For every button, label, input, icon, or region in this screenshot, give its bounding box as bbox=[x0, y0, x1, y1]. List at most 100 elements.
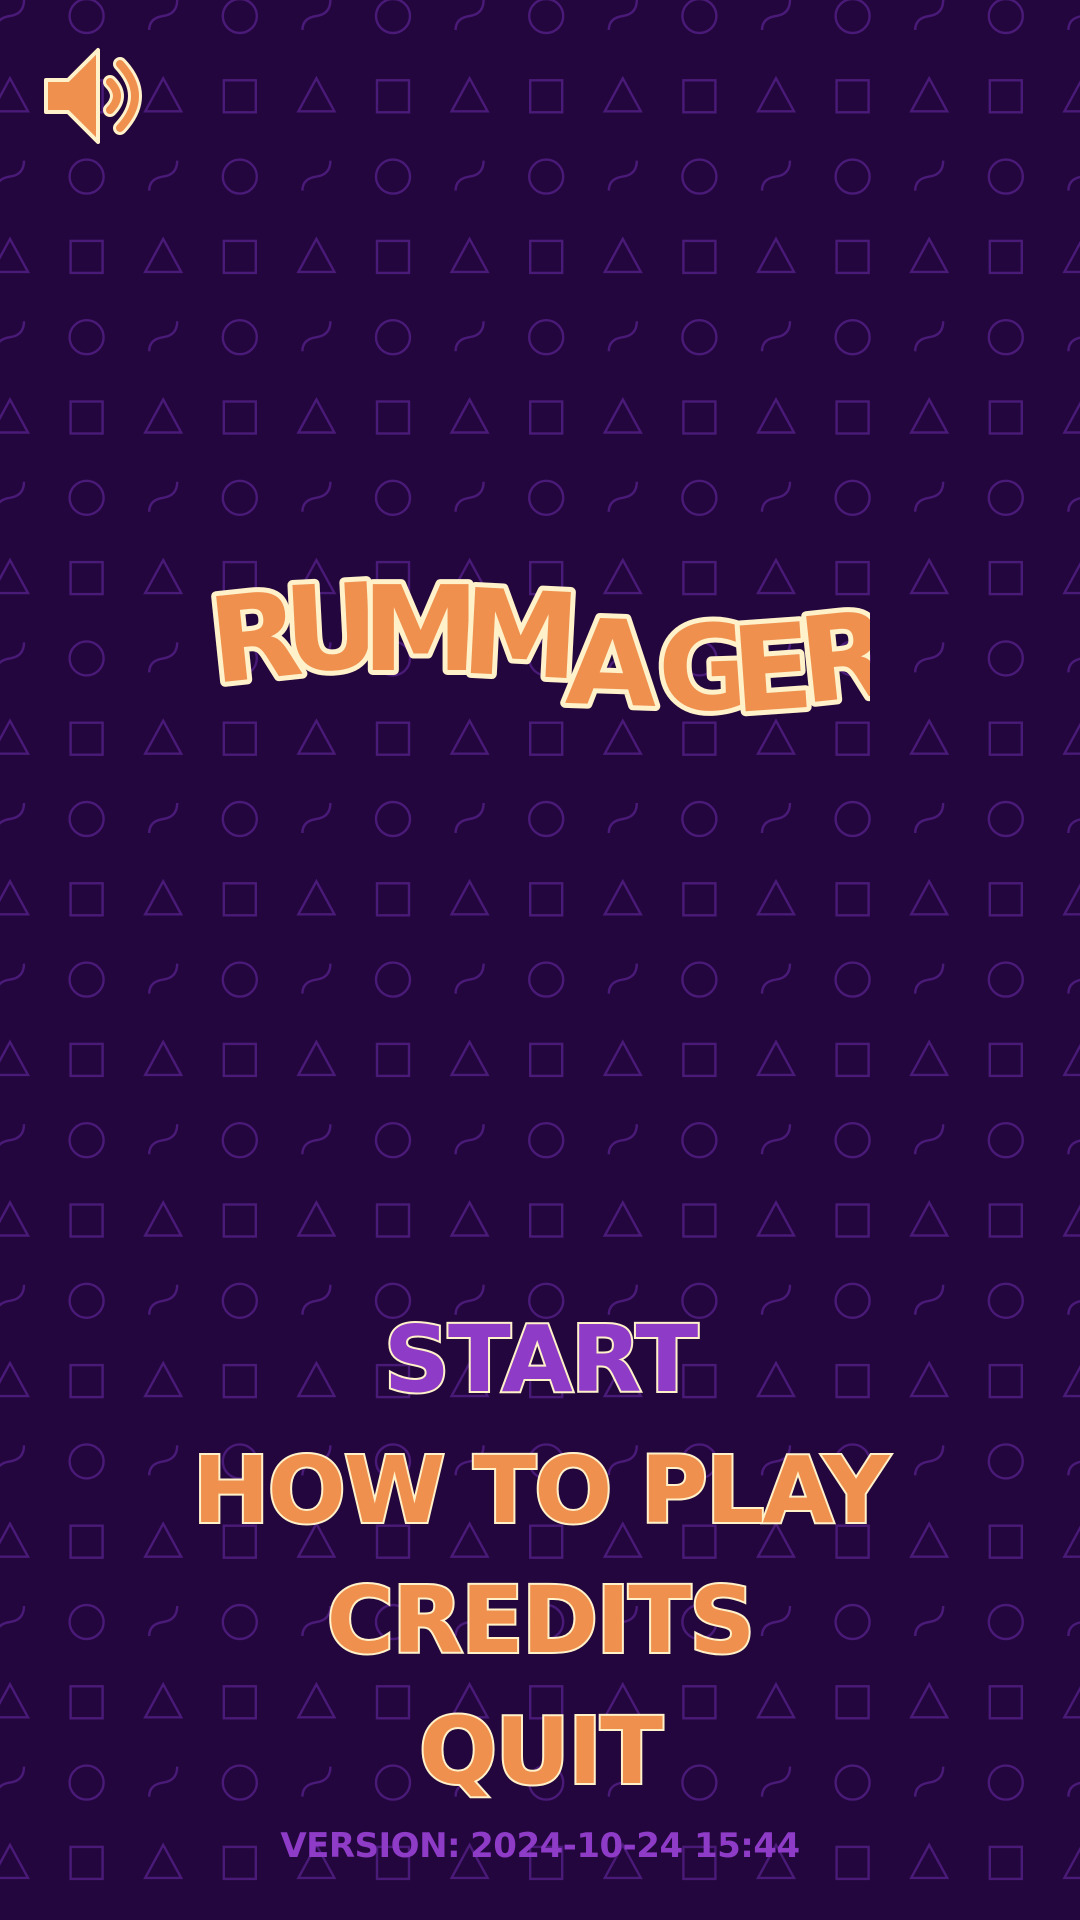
pattern-triangle bbox=[909, 718, 950, 755]
pattern-triangle bbox=[449, 1039, 490, 1077]
pattern-circle bbox=[221, 961, 259, 998]
pattern-triangle bbox=[755, 236, 797, 274]
credits-button[interactable]: CREDITS bbox=[0, 1565, 1080, 1676]
how-to-play-button[interactable]: HOW TO PLAY bbox=[0, 1435, 1080, 1546]
pattern-wave bbox=[0, 963, 26, 986]
pattern-wave bbox=[760, 321, 792, 352]
pattern-wave bbox=[454, 160, 485, 191]
pattern-triangle bbox=[449, 1199, 490, 1237]
pattern-square bbox=[375, 882, 411, 917]
pattern-wave bbox=[1067, 818, 1080, 834]
start-button[interactable]: START bbox=[0, 1304, 1080, 1415]
pattern-triangle bbox=[1062, 240, 1080, 274]
pattern-circle bbox=[834, 961, 871, 998]
pattern-square bbox=[988, 400, 1023, 435]
pattern-square bbox=[375, 239, 411, 275]
pattern-square bbox=[835, 882, 870, 917]
pattern-square bbox=[988, 560, 1023, 596]
pattern-triangle bbox=[909, 878, 950, 916]
pattern-triangle bbox=[296, 1199, 337, 1237]
pattern-circle bbox=[68, 158, 105, 195]
title-letter: A bbox=[564, 593, 660, 734]
pattern-square bbox=[835, 400, 870, 435]
pattern-triangle bbox=[0, 557, 31, 595]
pattern-square bbox=[988, 882, 1023, 917]
pattern-triangle bbox=[1062, 883, 1080, 916]
pattern-circle bbox=[374, 479, 412, 516]
game-title-logo: RUMMAGER bbox=[210, 570, 870, 745]
sound-toggle-button[interactable] bbox=[38, 40, 158, 152]
pattern-wave bbox=[454, 1124, 485, 1155]
pattern-circle bbox=[221, 0, 258, 35]
pattern-wave bbox=[301, 321, 332, 352]
pattern-circle bbox=[528, 961, 565, 998]
pattern-square bbox=[835, 1042, 870, 1078]
pattern-square bbox=[69, 721, 104, 756]
pattern-square bbox=[835, 1203, 870, 1238]
pattern-square bbox=[69, 1042, 104, 1078]
pattern-circle bbox=[68, 479, 105, 516]
pattern-wave bbox=[0, 321, 26, 343]
pattern-circle bbox=[987, 640, 1024, 677]
pattern-square bbox=[682, 882, 717, 917]
pattern-circle bbox=[528, 158, 565, 195]
pattern-circle bbox=[987, 1121, 1024, 1159]
pattern-wave bbox=[760, 802, 792, 834]
pattern-wave bbox=[607, 160, 638, 191]
pattern-circle bbox=[987, 158, 1024, 195]
pattern-circle bbox=[681, 800, 718, 838]
pattern-square bbox=[529, 1203, 564, 1238]
pattern-triangle bbox=[1062, 1043, 1080, 1077]
pattern-triangle bbox=[449, 878, 490, 916]
pattern-circle bbox=[374, 1121, 412, 1159]
pattern-wave bbox=[1067, 336, 1080, 352]
pattern-triangle bbox=[296, 1039, 337, 1077]
pattern-triangle bbox=[602, 396, 643, 434]
pattern-triangle bbox=[0, 718, 31, 755]
pattern-circle bbox=[834, 800, 871, 838]
pattern-wave bbox=[1067, 1139, 1080, 1155]
pattern-triangle bbox=[755, 1199, 797, 1237]
pattern-square bbox=[222, 400, 258, 435]
pattern-triangle bbox=[143, 236, 184, 274]
pattern-square bbox=[222, 1042, 258, 1078]
version-label: VERSION: bbox=[280, 1826, 461, 1866]
pattern-wave bbox=[1067, 15, 1080, 31]
pattern-triangle bbox=[0, 236, 31, 274]
pattern-wave bbox=[0, 1124, 26, 1146]
pattern-wave bbox=[454, 0, 485, 31]
pattern-square bbox=[988, 79, 1023, 114]
pattern-circle bbox=[221, 479, 259, 516]
pattern-triangle bbox=[909, 396, 950, 434]
pattern-wave bbox=[607, 481, 638, 512]
pattern-square bbox=[69, 400, 104, 435]
pattern-triangle bbox=[755, 396, 797, 434]
pattern-triangle bbox=[602, 878, 643, 916]
pattern-wave bbox=[0, 802, 26, 825]
pattern-circle bbox=[374, 0, 412, 35]
pattern-circle bbox=[528, 479, 565, 516]
pattern-triangle bbox=[143, 557, 184, 595]
quit-button[interactable]: QUIT bbox=[0, 1696, 1080, 1807]
pattern-square bbox=[682, 79, 717, 114]
pattern-square bbox=[69, 1203, 104, 1238]
pattern-circle bbox=[681, 319, 718, 356]
pattern-triangle bbox=[755, 75, 797, 113]
pattern-circle bbox=[834, 1121, 871, 1159]
pattern-wave bbox=[760, 1124, 792, 1155]
pattern-wave bbox=[914, 802, 945, 834]
pattern-triangle bbox=[296, 396, 337, 434]
pattern-wave bbox=[148, 802, 179, 834]
pattern-wave bbox=[301, 802, 332, 834]
pattern-wave bbox=[760, 160, 792, 191]
pattern-circle bbox=[221, 800, 259, 838]
main-menu-screen: RUMMAGER START HOW TO PLAY CREDITS QUIT … bbox=[0, 0, 1080, 1920]
pattern-square bbox=[375, 1203, 411, 1238]
pattern-triangle bbox=[143, 1199, 184, 1237]
pattern-wave bbox=[148, 963, 179, 994]
pattern-triangle bbox=[143, 718, 184, 755]
pattern-circle bbox=[68, 800, 105, 838]
pattern-circle bbox=[681, 479, 718, 516]
pattern-wave bbox=[301, 481, 332, 512]
pattern-wave bbox=[301, 160, 332, 191]
